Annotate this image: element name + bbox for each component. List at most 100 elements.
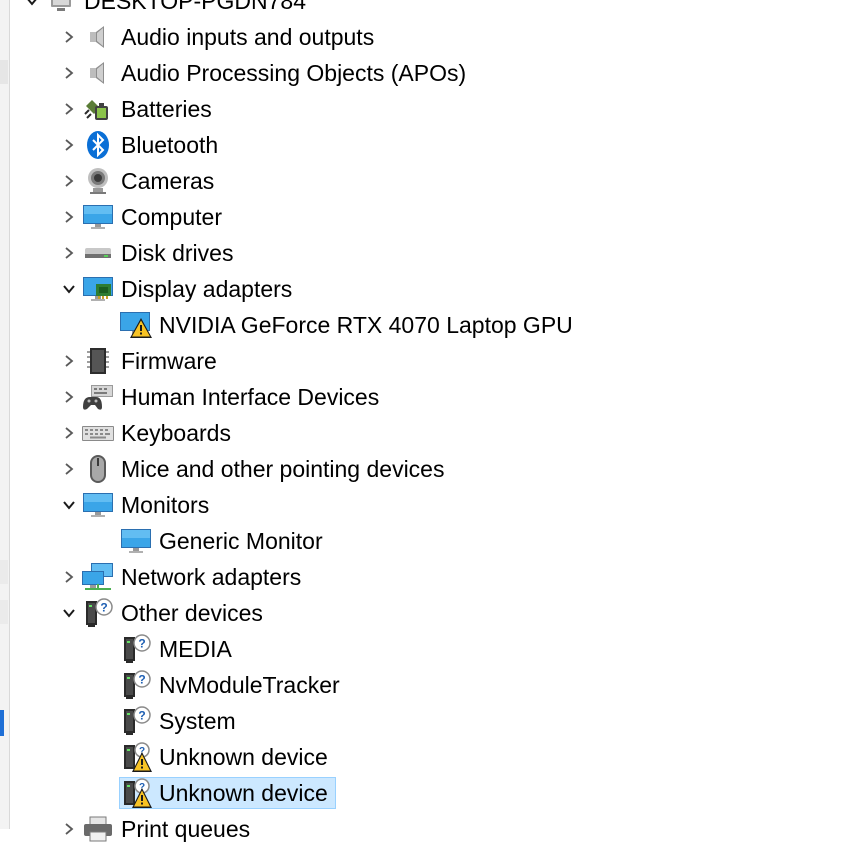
tree-node-network[interactable]: Network adapters <box>57 559 305 595</box>
chevron-right-icon[interactable] <box>57 127 81 163</box>
mouse-icon <box>81 451 115 487</box>
chevron-right-icon[interactable] <box>57 343 81 379</box>
chevron-down-icon[interactable] <box>20 0 44 19</box>
tree-node-keyboards[interactable]: Keyboards <box>57 415 235 451</box>
tree-node-print[interactable]: Print queues <box>57 811 254 847</box>
chevron-right-icon[interactable] <box>57 235 81 271</box>
tree-node-media[interactable]: ? MEDIA <box>95 631 236 667</box>
display-warning-icon <box>119 307 153 343</box>
chevron-right-icon[interactable] <box>57 199 81 235</box>
network-icon <box>81 559 115 595</box>
bluetooth-icon <box>81 127 115 163</box>
hid-icon <box>81 379 115 415</box>
tree-node-label: Keyboards <box>121 420 231 446</box>
svg-text:?: ? <box>100 601 107 615</box>
chevron-right-icon[interactable] <box>57 811 81 847</box>
display-adapter-icon <box>81 271 115 307</box>
chevron-down-icon[interactable] <box>57 487 81 523</box>
tree-node-label: Mice and other pointing devices <box>121 456 445 482</box>
monitor-icon <box>81 487 115 523</box>
tree-node-label: System <box>159 708 236 734</box>
chevron-right-icon[interactable] <box>57 379 81 415</box>
tree-node-label: Unknown device <box>159 744 328 770</box>
tree-node-computer[interactable]: Computer <box>57 199 226 235</box>
tree-node-label: Bluetooth <box>121 132 219 158</box>
tree-node-disk[interactable]: Disk drives <box>57 235 237 271</box>
tree-node-nvmodule[interactable]: ? NvModuleTracker <box>95 667 344 703</box>
tree-node-unknown2[interactable]: ? Unknown device <box>95 775 336 811</box>
unknown-device-icon: ? <box>81 595 115 631</box>
unknown-device-icon: ? <box>119 703 153 739</box>
tree-node-unknown1[interactable]: ? Unknown device <box>95 739 332 775</box>
tree-root-node[interactable]: DESKTOP-PGDN784 <box>20 0 310 19</box>
chevron-down-icon[interactable] <box>57 595 81 631</box>
speaker-icon <box>81 55 115 91</box>
chevron-down-icon[interactable] <box>57 271 81 307</box>
chevron-right-icon[interactable] <box>57 451 81 487</box>
tree-node-apo[interactable]: Audio Processing Objects (APOs) <box>57 55 470 91</box>
keyboard-icon <box>81 415 115 451</box>
chevron-right-icon[interactable] <box>57 415 81 451</box>
tree-node-label: Human Interface Devices <box>121 384 380 410</box>
tree-node-monitors[interactable]: Monitors <box>57 487 213 523</box>
tree-node-cameras[interactable]: Cameras <box>57 163 218 199</box>
tree-node-label: DESKTOP-PGDN784 <box>84 0 306 14</box>
unknown-device-icon: ? <box>119 631 153 667</box>
tree-node-label: Generic Monitor <box>159 528 323 554</box>
tree-node-label: NVIDIA GeForce RTX 4070 Laptop GPU <box>159 312 573 338</box>
disk-drive-icon <box>81 235 115 271</box>
tree-node-label: NvModuleTracker <box>159 672 340 698</box>
tree-node-label: Print queues <box>121 816 251 842</box>
svg-text:?: ? <box>138 637 145 651</box>
tree-node-other[interactable]: ? Other devices <box>57 595 267 631</box>
tree-node-label: Display adapters <box>121 276 293 302</box>
tree-node-label: Cameras <box>121 168 215 194</box>
unknown-device-warning-icon: ? <box>119 739 153 775</box>
tree-node-gpu[interactable]: NVIDIA GeForce RTX 4070 Laptop GPU <box>95 307 577 343</box>
tree-node-label: MEDIA <box>159 636 232 662</box>
tree-node-label: Unknown device <box>159 780 328 806</box>
tree-node-mice[interactable]: Mice and other pointing devices <box>57 451 448 487</box>
chevron-right-icon[interactable] <box>57 19 81 55</box>
battery-icon <box>81 91 115 127</box>
chevron-right-icon[interactable] <box>57 55 81 91</box>
tree-node-firmware[interactable]: Firmware <box>57 343 221 379</box>
tree-node-bluetooth[interactable]: Bluetooth <box>57 127 222 163</box>
tree-node-hid[interactable]: Human Interface Devices <box>57 379 383 415</box>
tree-node-batteries[interactable]: Batteries <box>57 91 216 127</box>
tree-node-label: Computer <box>121 204 222 230</box>
tree-node-label: Batteries <box>121 96 212 122</box>
computer-root-icon <box>44 0 78 19</box>
tree-node-label: Audio Processing Objects (APOs) <box>121 60 467 86</box>
tree-node-label: Firmware <box>121 348 217 374</box>
tree-node-audio-io[interactable]: Audio inputs and outputs <box>57 19 378 55</box>
svg-text:?: ? <box>138 673 145 687</box>
tree-node-label: Other devices <box>121 600 263 626</box>
webcam-icon <box>81 163 115 199</box>
tree-node-label: Monitors <box>121 492 210 518</box>
chevron-right-icon[interactable] <box>57 163 81 199</box>
chip-icon <box>81 343 115 379</box>
device-tree: DESKTOP-PGDN784 Audio inputs and outputs A… <box>0 0 864 842</box>
chevron-right-icon[interactable] <box>57 91 81 127</box>
tree-node-label: Disk drives <box>121 240 234 266</box>
unknown-device-warning-icon: ? <box>119 775 153 811</box>
tree-node-system[interactable]: ? System <box>95 703 240 739</box>
tree-node-display[interactable]: Display adapters <box>57 271 296 307</box>
tree-node-generic-monitor[interactable]: Generic Monitor <box>95 523 327 559</box>
speaker-icon <box>81 19 115 55</box>
printer-icon <box>81 811 115 847</box>
monitor-icon <box>119 523 153 559</box>
svg-text:?: ? <box>138 709 145 723</box>
monitor-icon <box>81 199 115 235</box>
tree-node-label: Network adapters <box>121 564 302 590</box>
chevron-right-icon[interactable] <box>57 559 81 595</box>
tree-node-label: Audio inputs and outputs <box>121 24 375 50</box>
